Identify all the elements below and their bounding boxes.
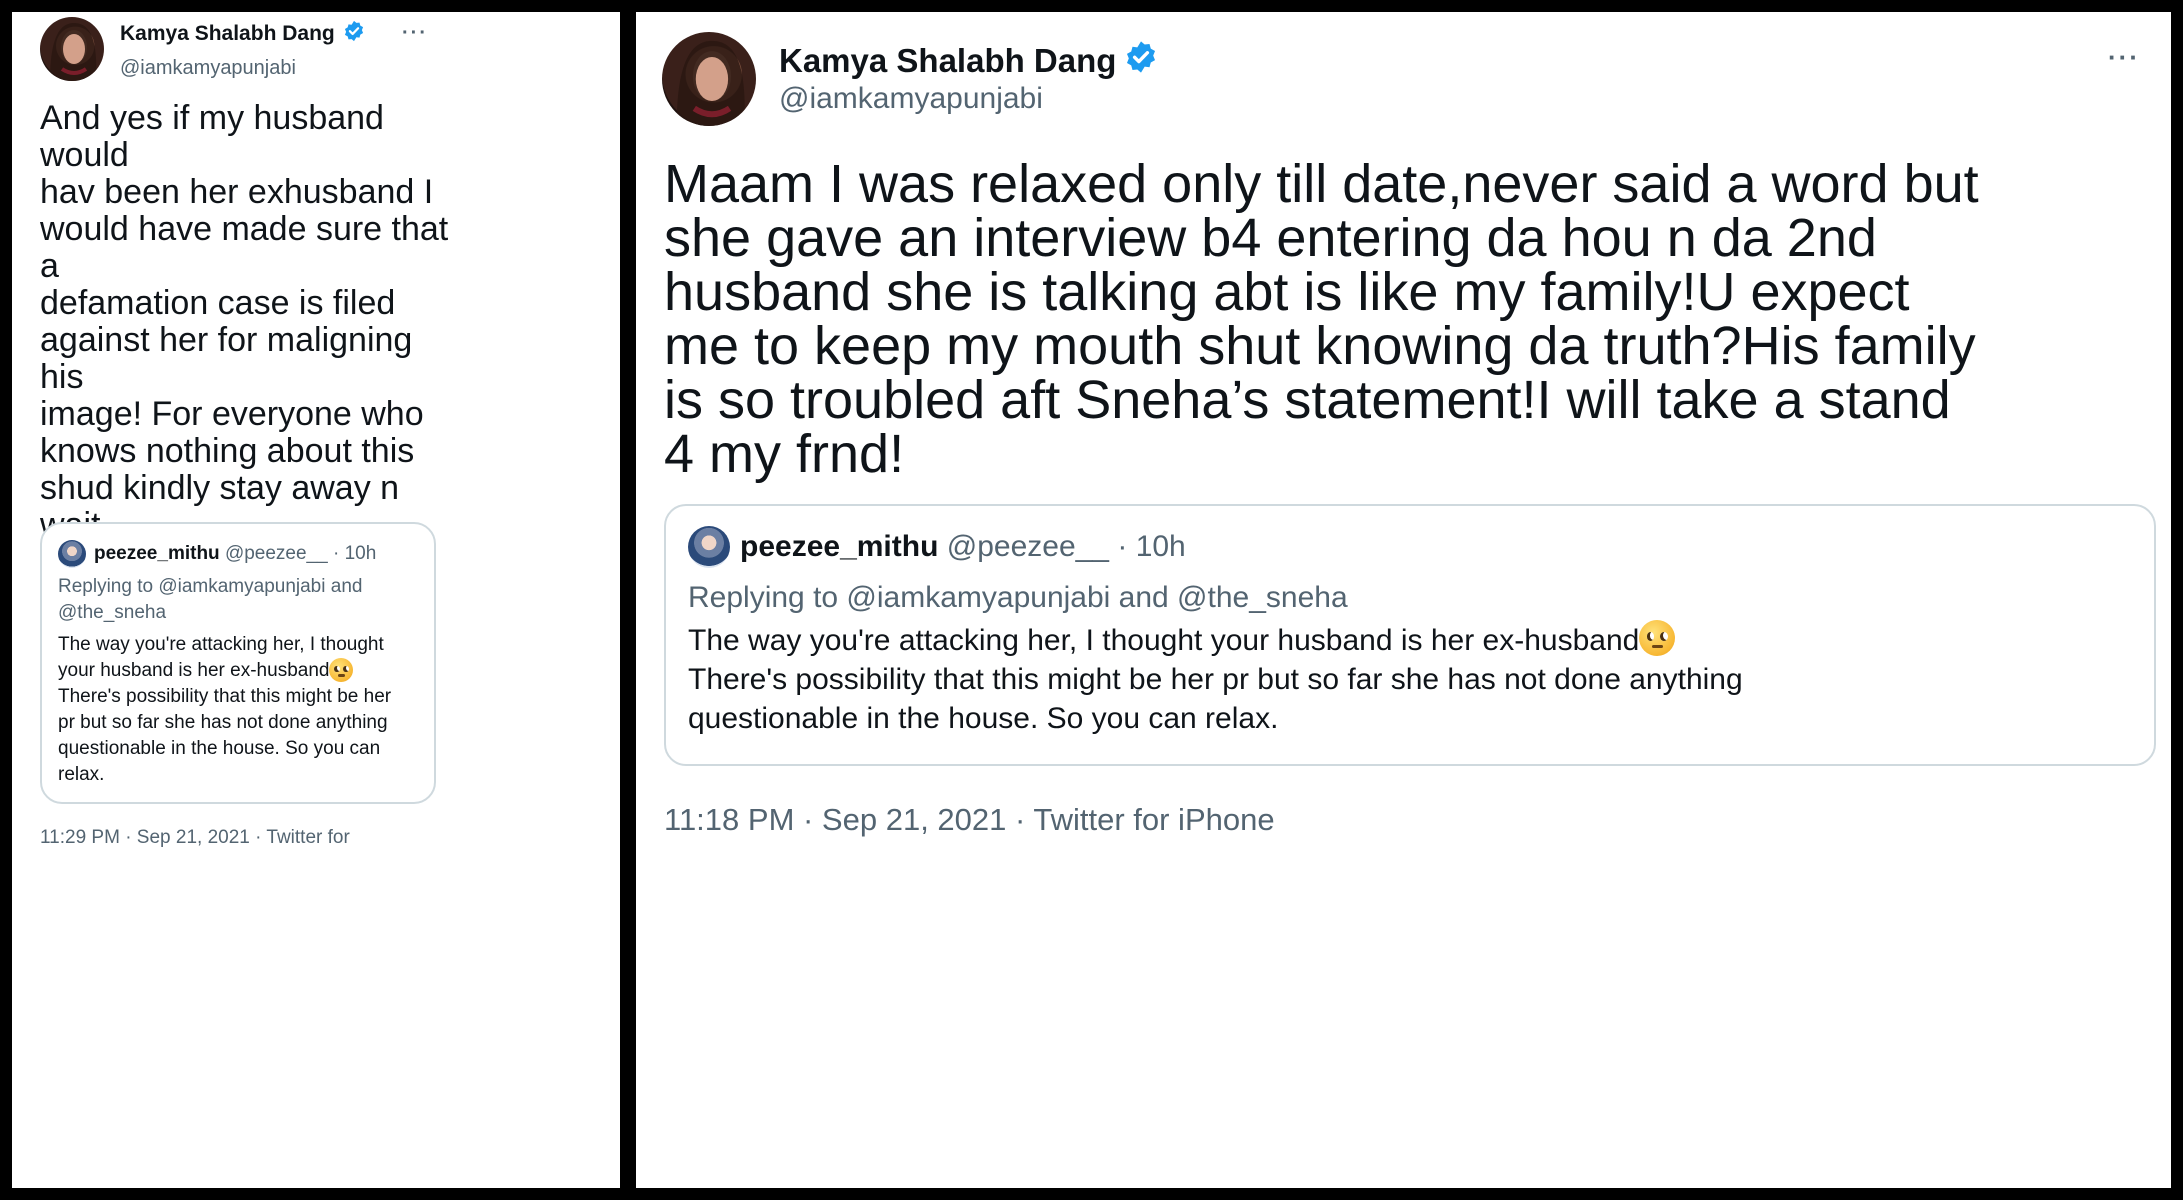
replying-to-text: Replying to @iamkamyapunjabi and @the_sn… <box>58 576 363 623</box>
verified-badge-icon <box>343 20 365 48</box>
author-name-row[interactable]: Kamya Shalabh Dang <box>120 20 365 48</box>
quoted-tweet-text: The way you're attacking her, I thought … <box>58 632 423 788</box>
quoted-tweet[interactable]: peezee_mithu @peezee__ · 10h Replying to… <box>664 504 2156 766</box>
quoted-tweet-header: peezee_mithu @peezee__ · 10h <box>688 526 1186 568</box>
quoted-text-part2: There's possibility that this might be h… <box>688 663 1743 735</box>
tweet-footer[interactable]: 11:29 PM · Sep 21, 2021 · Twitter for <box>40 827 350 849</box>
quoted-tweet[interactable]: peezee_mithu @peezee__ · 10h Replying to… <box>40 522 436 804</box>
author-avatar[interactable] <box>40 17 104 81</box>
quoted-text-part2: There's possibility that this might be h… <box>58 686 392 785</box>
author-avatar[interactable] <box>662 32 756 126</box>
left-tweet-card: Kamya Shalabh Dang @iamkamyapunjabi ··· … <box>12 12 620 1188</box>
quoted-tweet-header: peezee_mithu @peezee__ · 10h <box>58 540 376 568</box>
author-handle[interactable]: @iamkamyapunjabi <box>120 57 296 80</box>
author-handle[interactable]: @iamkamyapunjabi <box>779 82 1043 116</box>
quoted-author-avatar[interactable] <box>688 526 730 568</box>
tweet-text: Maam I was relaxed only till date,never … <box>664 154 1979 484</box>
rolling-eyes-emoji-icon <box>1639 620 1676 656</box>
more-options-icon[interactable]: ··· <box>402 22 428 45</box>
tweet-footer[interactable]: 11:18 PM · Sep 21, 2021 · Twitter for iP… <box>664 802 1275 838</box>
quoted-time: 10h <box>1135 530 1186 563</box>
quoted-separator: · <box>1117 530 1128 563</box>
verified-badge-icon <box>1124 40 1158 82</box>
quoted-author-handle: @peezee__ <box>224 543 328 564</box>
replying-to-text: Replying to @iamkamyapunjabi and @the_sn… <box>688 581 1348 614</box>
author-name[interactable]: Kamya Shalabh Dang <box>779 42 1116 80</box>
rolling-eyes-emoji-icon <box>329 658 354 682</box>
quoted-time: 10h <box>344 543 377 564</box>
right-tweet-card: Kamya Shalabh Dang @iamkamyapunjabi ··· … <box>636 12 2171 1188</box>
quoted-author-name: peezee_mithu <box>94 543 220 564</box>
quoted-author-name: peezee_mithu <box>740 530 939 563</box>
quoted-text-part1: The way you're attacking her, I thought … <box>688 624 1640 657</box>
author-name[interactable]: Kamya Shalabh Dang <box>120 22 335 46</box>
author-name-row[interactable]: Kamya Shalabh Dang <box>779 40 1158 82</box>
more-options-icon[interactable]: ··· <box>2108 42 2140 73</box>
quoted-author-handle: @peezee__ <box>946 530 1109 563</box>
quoted-author-avatar[interactable] <box>58 540 86 568</box>
quoted-tweet-text: The way you're attacking her, I thought … <box>688 620 2138 738</box>
